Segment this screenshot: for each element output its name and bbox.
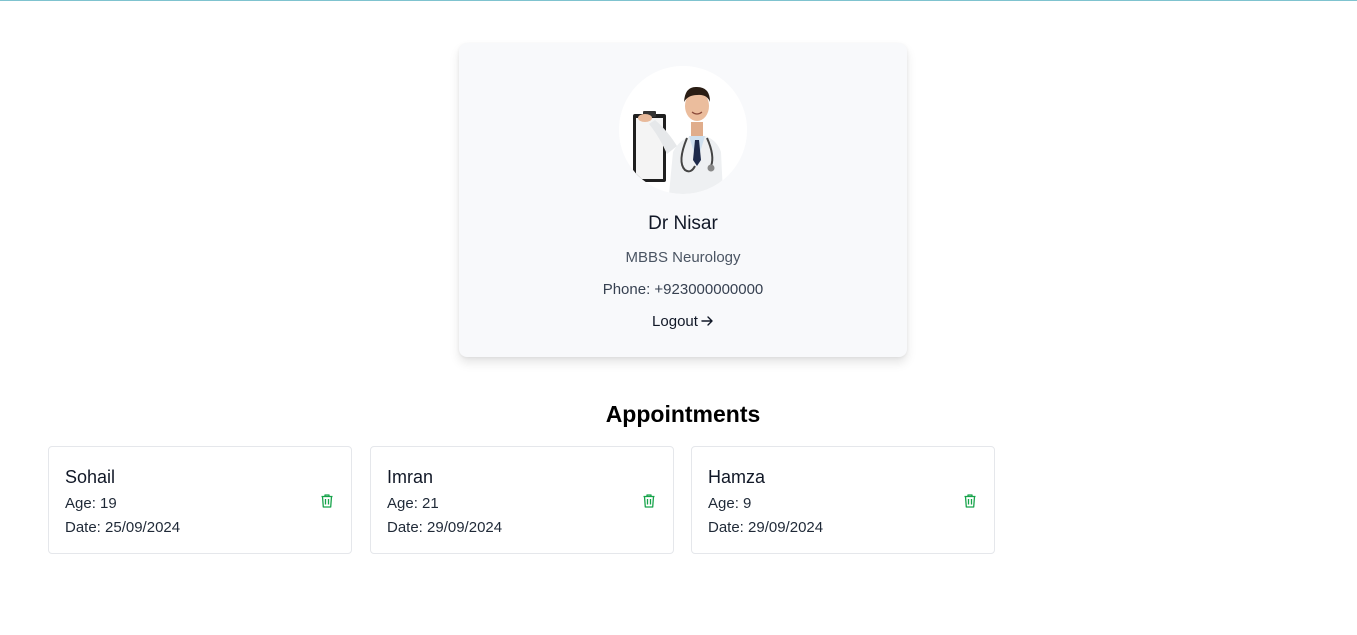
appointment-patient-age: Age: 9: [708, 495, 752, 512]
appointment-patient-age: Age: 19: [65, 495, 117, 512]
trash-icon[interactable]: [319, 493, 335, 509]
trash-icon[interactable]: [962, 493, 978, 509]
appointment-date: Date: 29/09/2024: [387, 519, 503, 536]
doctor-profile-card: Dr Nisar MBBS Neurology Phone: +92300000…: [459, 43, 907, 357]
appointment-patient-name: Sohail: [65, 467, 116, 487]
appointment-card: Imran Age: 21 Date: 29/09/2024: [370, 446, 674, 554]
appointment-patient-name: Imran: [387, 467, 434, 487]
appointment-date: Date: 29/09/2024: [708, 519, 824, 536]
appointments-heading: Appointments: [605, 401, 761, 427]
arrow-right-icon: [701, 313, 714, 330]
top-border-line: [0, 0, 1357, 1]
appointment-date: Date: 25/09/2024: [65, 519, 181, 536]
doctor-avatar: [619, 66, 747, 194]
appointment-patient-name: Hamza: [708, 467, 766, 487]
doctor-avatar-image: [619, 66, 747, 194]
doctor-phone: Phone: +923000000000: [602, 281, 764, 298]
doctor-qualification: MBBS Neurology: [625, 249, 741, 266]
doctor-name: Dr Nisar: [648, 213, 718, 234]
appointment-card: Sohail Age: 19 Date: 25/09/2024: [48, 446, 352, 554]
appointment-card: Hamza Age: 9 Date: 29/09/2024: [691, 446, 995, 554]
trash-icon[interactable]: [641, 493, 657, 509]
logout-label: Logout: [652, 313, 698, 330]
logout-button[interactable]: Logout: [459, 313, 907, 330]
appointment-patient-age: Age: 21: [387, 495, 439, 512]
